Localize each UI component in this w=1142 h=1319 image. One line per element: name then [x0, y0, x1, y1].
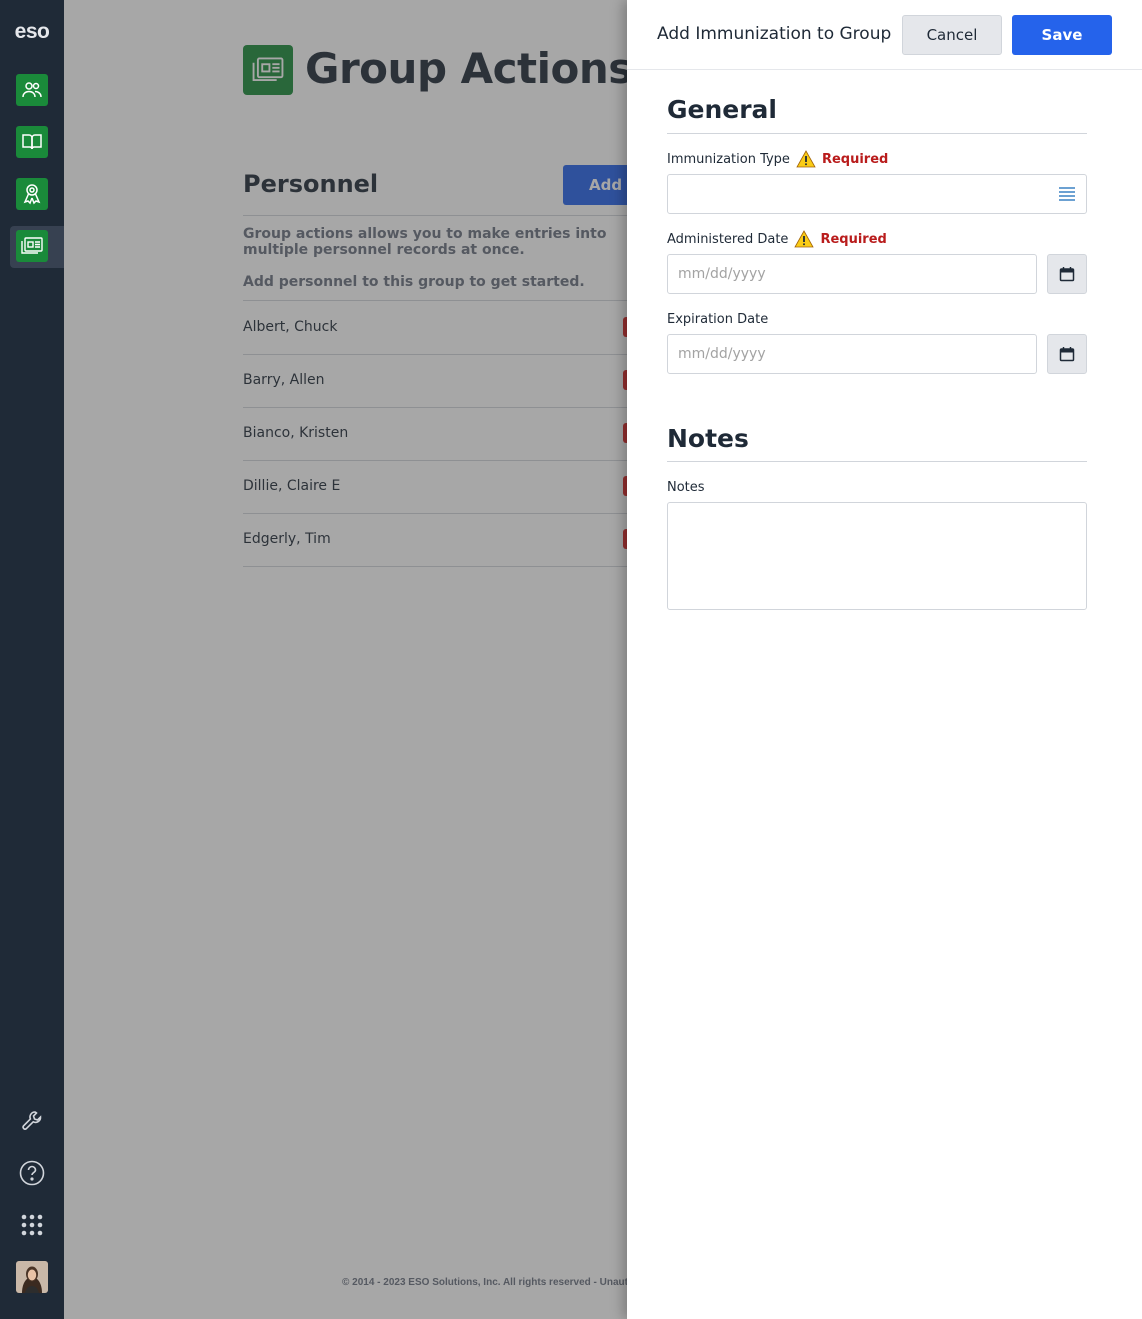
- sidebar: eso: [0, 0, 64, 1319]
- people-icon[interactable]: [16, 74, 48, 106]
- notes-label-text: Notes: [667, 480, 705, 495]
- expiration-date-label: Expiration Date: [667, 312, 768, 327]
- eso-logo[interactable]: eso: [0, 20, 64, 44]
- user-avatar[interactable]: [16, 1261, 48, 1293]
- notes-divider: [667, 461, 1087, 462]
- book-icon[interactable]: [16, 126, 48, 158]
- add-immunization-panel: Add Immunization to Group Cancel Save Ge…: [627, 0, 1142, 1319]
- panel-title: Add Immunization to Group: [657, 24, 892, 44]
- wrench-icon[interactable]: [16, 1105, 48, 1137]
- administered-date-calendar-button[interactable]: [1047, 254, 1087, 294]
- award-icon[interactable]: [16, 178, 48, 210]
- list-icon[interactable]: [1058, 186, 1076, 206]
- notes-section-title: Notes: [667, 424, 749, 453]
- administered-date-label-text: Administered Date: [667, 231, 789, 247]
- general-section-title: General: [667, 95, 777, 124]
- general-divider: [667, 133, 1087, 134]
- immunization-type-select[interactable]: [667, 174, 1087, 214]
- calendar-icon: [1059, 347, 1075, 362]
- required-indicator: Required: [820, 231, 887, 247]
- administered-date-label: Administered Date Required: [667, 230, 887, 248]
- immunization-type-label: Immunization Type Required: [667, 150, 888, 168]
- calendar-icon: [1059, 267, 1075, 282]
- panel-header: Add Immunization to Group Cancel Save: [627, 0, 1142, 70]
- expiration-date-calendar-button[interactable]: [1047, 334, 1087, 374]
- expiration-date-input[interactable]: [667, 334, 1037, 374]
- help-icon[interactable]: [16, 1157, 48, 1189]
- cancel-button[interactable]: Cancel: [902, 15, 1002, 55]
- apps-grid-icon[interactable]: [16, 1209, 48, 1241]
- notes-textarea[interactable]: [667, 502, 1087, 610]
- warning-icon: [794, 230, 815, 248]
- group-actions-icon[interactable]: [16, 230, 48, 262]
- administered-date-input[interactable]: [667, 254, 1037, 294]
- modal-backdrop[interactable]: [64, 0, 627, 1319]
- notes-label: Notes: [667, 480, 705, 495]
- save-button[interactable]: Save: [1012, 15, 1112, 55]
- expiration-date-label-text: Expiration Date: [667, 312, 769, 327]
- warning-icon: [796, 150, 816, 168]
- required-indicator: Required: [821, 151, 889, 167]
- immunization-type-label-text: Immunization Type: [667, 151, 790, 167]
